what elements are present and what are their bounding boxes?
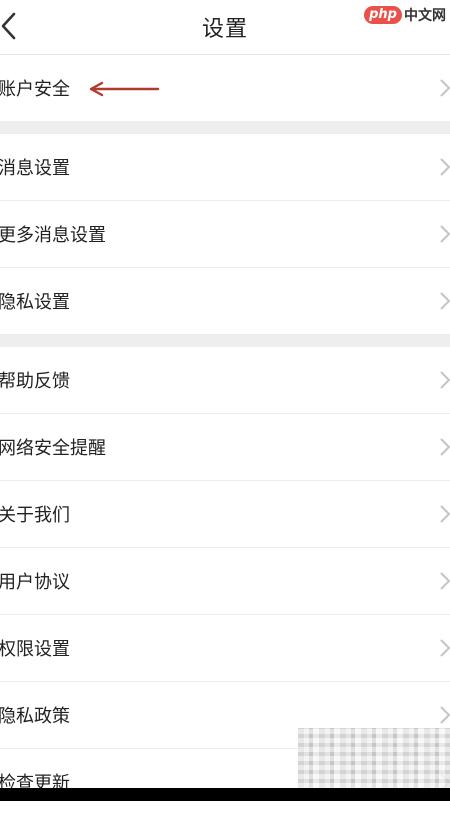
settings-item-user-agreement[interactable]: 用户协议: [0, 548, 450, 615]
settings-item-label: 隐私政策: [0, 706, 70, 727]
settings-item-label: 帮助反馈: [0, 371, 70, 392]
chevron-right-icon: [438, 504, 450, 524]
chevron-right-icon: [438, 705, 450, 725]
settings-list: 账户安全 消息设置 更多消息设置 隐私设置 帮助反馈 网络安全提醒 关于我们 用…: [0, 55, 450, 815]
settings-item-label: 权限设置: [0, 639, 70, 660]
chevron-right-icon: [438, 157, 450, 177]
site-watermark: php 中文网: [364, 3, 446, 27]
settings-item-label: 网络安全提醒: [0, 438, 106, 459]
settings-item-about-us[interactable]: 关于我们: [0, 481, 450, 548]
settings-item-message-settings[interactable]: 消息设置: [0, 134, 450, 201]
section-divider: [0, 122, 450, 134]
settings-item-account-security[interactable]: 账户安全: [0, 55, 450, 122]
top-bar: 设置 php 中文网: [0, 0, 450, 55]
chevron-right-icon: [438, 638, 450, 658]
blurred-overlay: [298, 728, 450, 788]
settings-item-permission-settings[interactable]: 权限设置: [0, 615, 450, 682]
settings-item-network-security-reminder[interactable]: 网络安全提醒: [0, 414, 450, 481]
section-divider: [0, 335, 450, 347]
settings-item-label: 账户安全: [0, 79, 70, 100]
settings-item-more-message-settings[interactable]: 更多消息设置: [0, 201, 450, 268]
chevron-right-icon: [438, 78, 450, 98]
chevron-right-icon: [438, 571, 450, 591]
annotation-arrow-icon: [86, 81, 160, 97]
settings-item-label: 隐私设置: [0, 292, 70, 313]
settings-item-label: 消息设置: [0, 158, 70, 179]
settings-item-label: 用户协议: [0, 572, 70, 593]
chevron-right-icon: [438, 291, 450, 311]
settings-item-label: 关于我们: [0, 505, 70, 526]
settings-item-label: 更多消息设置: [0, 225, 106, 246]
watermark-text: 中文网: [404, 8, 446, 24]
settings-item-help-feedback[interactable]: 帮助反馈: [0, 347, 450, 414]
settings-item-privacy-settings[interactable]: 隐私设置: [0, 268, 450, 335]
bottom-edge-bar: [0, 788, 450, 801]
watermark-badge: php: [364, 6, 402, 24]
chevron-right-icon: [438, 437, 450, 457]
chevron-right-icon: [438, 224, 450, 244]
chevron-right-icon: [438, 370, 450, 390]
